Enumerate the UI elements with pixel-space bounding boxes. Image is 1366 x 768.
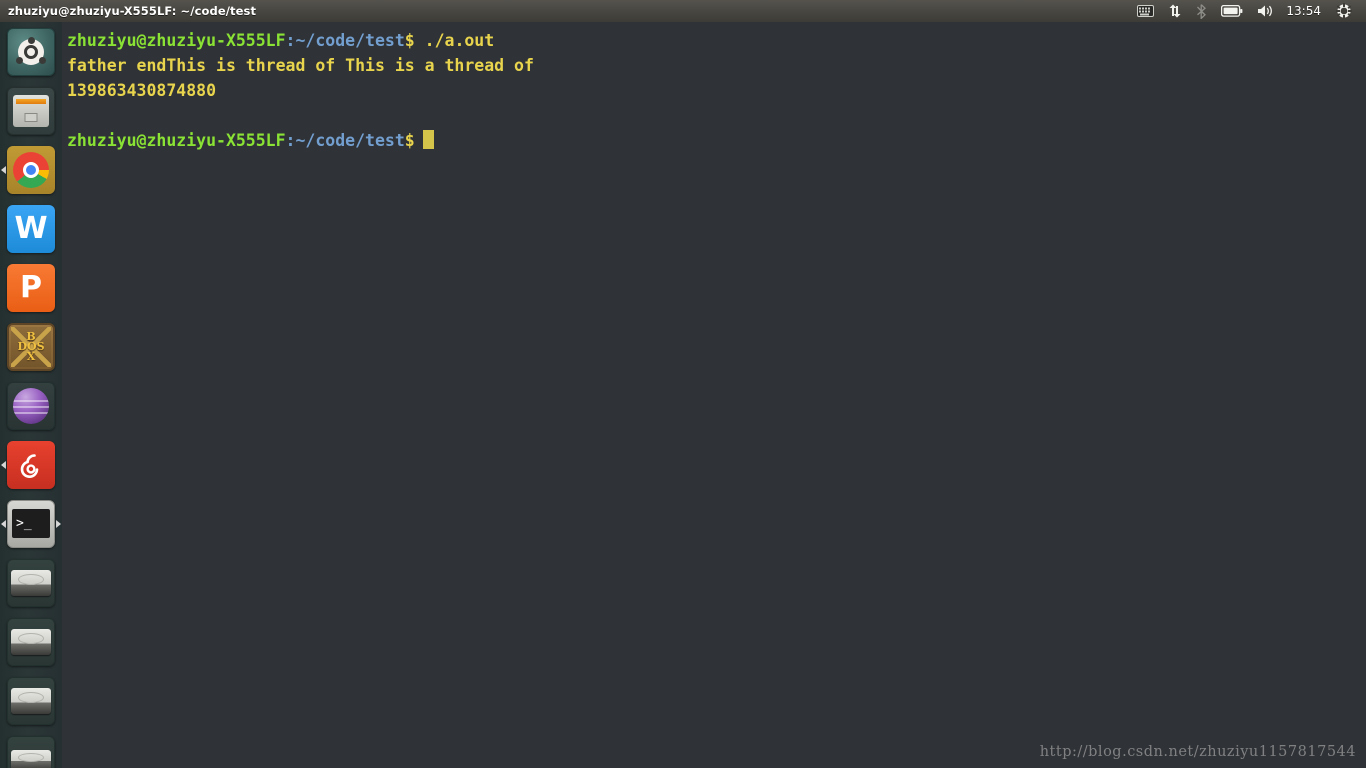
trash-icon [7, 735, 55, 768]
keyboard-indicator-icon[interactable] [1130, 0, 1161, 22]
prompt-colon-2: : [285, 131, 296, 150]
running-indicator-pip [1, 165, 6, 174]
prompt-colon-1: : [285, 31, 296, 50]
text-cursor [422, 130, 434, 149]
wps-presentation-icon: P [7, 263, 55, 312]
launcher-item-drive-2[interactable] [0, 612, 62, 671]
prompt-path-2: ~/code/test [295, 131, 405, 150]
wps-writer-icon: W [7, 204, 55, 253]
launcher-item-dosbox[interactable]: B DOS X [0, 317, 62, 376]
watermark-url: http://blog.csdn.net/zhuziyu1157817544 [1039, 744, 1356, 760]
hard-drive-icon [7, 676, 55, 725]
terminal-output: zhuziyu@zhuziyu-X555LF:~/code/test$ ./a.… [62, 22, 1366, 153]
launcher-item-wps-writer[interactable]: W [0, 199, 62, 258]
prompt-user-2: zhuziyu@zhuziyu-X555LF [67, 131, 286, 150]
launcher-item-trash[interactable] [0, 730, 62, 768]
hard-drive-icon [7, 617, 55, 666]
launcher-item-dash[interactable] [0, 22, 62, 81]
network-indicator-icon[interactable] [1161, 0, 1189, 22]
sublime-icon [7, 381, 55, 430]
launcher-item-sublime[interactable] [0, 376, 62, 435]
terminal-icon: >_ [7, 499, 55, 548]
chrome-icon [7, 145, 55, 194]
terminal-command: ./a.out [414, 31, 495, 50]
launcher-item-wps-present[interactable]: P [0, 258, 62, 317]
terminal-output-line-2: 139863430874880 [67, 81, 217, 100]
prompt-sign-2: $ [404, 131, 415, 150]
window-title: zhuziyu@zhuziyu-X555LF: ~/code/test [8, 4, 257, 18]
running-indicator-pip [1, 460, 6, 469]
launcher-item-terminal[interactable]: >_ [0, 494, 62, 553]
unity-launcher: W P B DOS X >_ [0, 22, 62, 768]
running-indicator-pip [1, 519, 6, 528]
system-tray: 13:54 [1130, 0, 1366, 22]
netease-music-icon [7, 440, 55, 489]
launcher-item-netease[interactable] [0, 435, 62, 494]
ubuntu-logo-icon [7, 27, 55, 76]
top-panel: zhuziyu@zhuziyu-X555LF: ~/code/test 13:5… [0, 0, 1366, 22]
battery-indicator-icon[interactable] [1214, 0, 1250, 22]
focused-indicator-pip [56, 519, 61, 528]
launcher-item-files[interactable] [0, 81, 62, 140]
launcher-item-drive-3[interactable] [0, 671, 62, 730]
gear-icon[interactable] [1329, 0, 1359, 22]
launcher-item-drive-1[interactable] [0, 553, 62, 612]
dosbox-icon: B DOS X [7, 322, 55, 371]
prompt-user-1: zhuziyu@zhuziyu-X555LF [67, 31, 286, 50]
prompt-path-1: ~/code/test [295, 31, 405, 50]
prompt-sign-1: $ [404, 31, 415, 50]
file-manager-icon [7, 86, 55, 135]
clock[interactable]: 13:54 [1282, 4, 1329, 18]
terminal-output-line-1: father endThis is thread of This is a th… [67, 56, 534, 75]
terminal-window[interactable]: zhuziyu@zhuziyu-X555LF:~/code/test$ ./a.… [62, 22, 1366, 768]
volume-indicator-icon[interactable] [1250, 0, 1282, 22]
hard-drive-icon [7, 558, 55, 607]
launcher-item-chrome[interactable] [0, 140, 62, 199]
bluetooth-indicator-icon[interactable] [1189, 0, 1214, 22]
